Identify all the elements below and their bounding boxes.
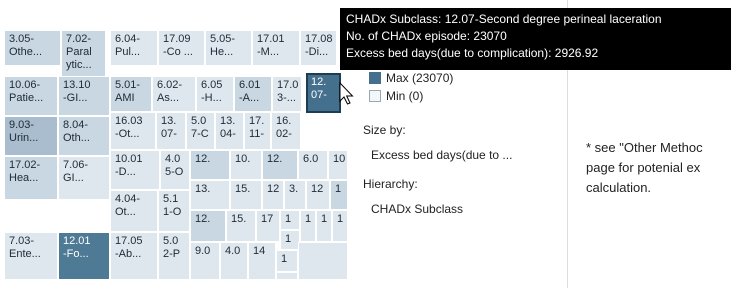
treemap-cell[interactable]: 5.1 1-O — [158, 190, 190, 232]
treemap-cell[interactable]: 8.04- Oth... — [58, 116, 110, 156]
treemap-cell[interactable]: 15. — [226, 210, 256, 242]
tooltip-subclass: CHADx Subclass: 12.07-Second degree peri… — [346, 12, 662, 26]
treemap-cell[interactable]: 14 — [248, 242, 276, 280]
treemap-cell[interactable]: 12. 07- — [306, 73, 341, 113]
treemap-cell[interactable]: 13.10 -GI... — [58, 76, 110, 116]
treemap-cell[interactable]: 3. — [284, 180, 306, 210]
methodology-note-line-3: calculation. — [586, 180, 652, 195]
methodology-note-line-2: page for potenial ex — [586, 160, 701, 175]
treemap-cell[interactable]: 12 — [262, 180, 284, 210]
treemap-cell[interactable]: 9.03- Urin... — [4, 116, 58, 156]
treemap-cell[interactable]: 5.0 2-P — [158, 232, 190, 280]
legend-max-swatch — [369, 72, 381, 84]
treemap: 3.05- Othe... 7.02- Paral ytic... 6.04- Pu… — [0, 0, 360, 288]
treemap-cell[interactable]: 4.0 5-O — [160, 150, 190, 190]
treemap-cell[interactable]: 1 — [276, 250, 298, 272]
legend-max-label: Max (23070) — [386, 71, 454, 85]
treemap-cell[interactable]: 7.02- Paral ytic... — [61, 30, 106, 80]
treemap-cell[interactable] — [298, 242, 348, 280]
treemap-cell[interactable]: 1 — [330, 180, 348, 210]
treemap-cell[interactable]: 17.02- Hea... — [4, 156, 58, 200]
treemap-cell[interactable]: 10 — [328, 150, 348, 180]
treemap-cell[interactable]: 17.01 -M... — [252, 30, 300, 66]
tooltip: CHADx Subclass: 12.07-Second degree peri… — [340, 8, 731, 70]
treemap-cell[interactable]: 13. — [190, 180, 230, 210]
treemap-cell[interactable]: 6.05 -H... — [196, 76, 234, 112]
treemap-cell[interactable]: 17.0 3-... — [272, 76, 302, 112]
treemap-cell[interactable] — [276, 272, 298, 280]
treemap-cell[interactable]: 17.08 -Di... — [300, 30, 337, 66]
treemap-cell[interactable]: 10. — [230, 150, 262, 180]
treemap-cell[interactable]: 15. — [230, 180, 262, 210]
treemap-cell[interactable]: 12 — [306, 180, 330, 210]
treemap-cell[interactable]: 6.01 -A... — [234, 76, 272, 112]
treemap-cell[interactable]: 13. 04- — [215, 112, 244, 150]
mouse-pointer-icon — [339, 82, 354, 105]
treemap-cell[interactable]: 7.06- GI... — [58, 156, 110, 200]
treemap-cell[interactable]: 12.01 -Fo... — [58, 232, 110, 280]
legend-min-swatch — [369, 90, 381, 102]
treemap-cell[interactable]: 17. 11- — [244, 112, 271, 150]
treemap-cell[interactable]: 16. 02- — [271, 112, 301, 150]
treemap-cell[interactable]: 1 — [316, 210, 332, 242]
treemap-cell[interactable]: 13. 07- — [156, 112, 186, 150]
treemap-cell[interactable]: 17.09 -Co ... — [158, 30, 205, 66]
treemap-cell[interactable]: 7.03- Ente... — [4, 232, 58, 280]
treemap-cell[interactable]: 10.06- Patie... — [4, 76, 58, 116]
treemap-cell[interactable]: 12. — [262, 150, 298, 180]
hierarchy-value[interactable]: CHADx Subclass — [371, 202, 463, 216]
treemap-cell[interactable]: 5.01- AMI — [110, 76, 152, 112]
treemap-cell[interactable]: 4.0 — [220, 242, 248, 280]
treemap-cell[interactable]: 5.05- He... — [205, 30, 252, 66]
size-by-value[interactable]: Excess bed days(due to ... — [371, 148, 512, 162]
treemap-cell[interactable]: 17 — [256, 210, 280, 242]
treemap-cell[interactable]: 6.02- As... — [152, 76, 196, 112]
treemap-cell[interactable]: 5.0 7-C — [186, 112, 215, 150]
hierarchy-label: Hierarchy: — [363, 177, 418, 191]
treemap-cell[interactable]: 3.05- Othe... — [4, 30, 61, 66]
treemap-cell[interactable]: 12. — [190, 210, 226, 242]
treemap-cell[interactable]: 12. — [190, 150, 230, 180]
tooltip-episodes: No. of CHADx episode: 23070 — [346, 29, 507, 43]
legend-min-label: Min (0) — [386, 89, 424, 103]
treemap-cell[interactable]: 9.0 — [190, 242, 220, 280]
treemap-cell[interactable]: 6.04- Pul... — [110, 30, 158, 66]
treemap-cell[interactable]: 16.03 -Ot... — [110, 112, 156, 150]
treemap-cell[interactable]: 1 — [280, 230, 300, 250]
tooltip-excess-bed-days: Excess bed days(due to complication): 29… — [346, 46, 599, 60]
treemap-cell[interactable]: 6.0 — [298, 150, 328, 180]
methodology-note-line-1: * see "Other Methoc — [586, 140, 703, 155]
treemap-cell[interactable]: 1 — [280, 210, 300, 230]
treemap-cell[interactable]: 17.05 -Ab... — [110, 232, 158, 280]
treemap-cell[interactable]: 1 — [332, 210, 348, 242]
treemap-cell[interactable]: 4.04- Ot... — [110, 190, 158, 232]
size-by-label: Size by: — [363, 123, 406, 137]
treemap-cell[interactable]: 1 — [300, 210, 316, 242]
treemap-cell[interactable]: 10.01 -D... — [110, 150, 160, 190]
